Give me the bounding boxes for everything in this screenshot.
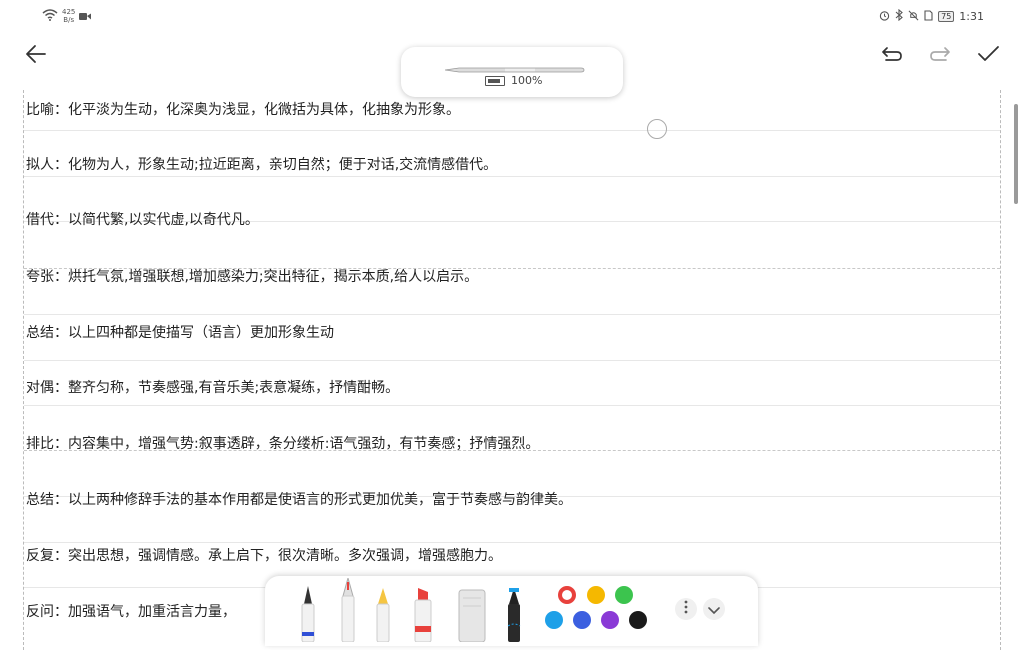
- pen-cursor: [647, 119, 667, 139]
- mute-bell-icon: [908, 10, 919, 24]
- network-speed: 425 B/s: [62, 8, 75, 24]
- wifi-icon: [42, 6, 58, 25]
- fountain-pen-tool[interactable]: [335, 576, 361, 646]
- more-vertical-icon: [684, 600, 688, 618]
- speed-unit: B/s: [63, 15, 75, 24]
- chevron-down-icon: [708, 600, 720, 619]
- collapse-tray-button[interactable]: [703, 598, 725, 620]
- note-line: 拟人：化物为人，形象生动;拉近距离，亲切自然；便于对话,交流情感借代。: [26, 157, 498, 173]
- arrow-left-icon: [24, 42, 48, 70]
- stylus-battery-percent: 100%: [511, 74, 543, 87]
- note-line: 对偶：整齐匀称，节奏感强,有音乐美;表意凝练，抒情酣畅。: [26, 380, 400, 396]
- speed-value: 425: [62, 7, 76, 16]
- ruled-line: [24, 314, 1000, 315]
- color-swatch-blue[interactable]: [573, 611, 591, 629]
- ballpoint-pen-tool[interactable]: [295, 584, 321, 646]
- note-line: 总结：以上两种修辞手法的基本作用都是使语言的形式更加优美，富于节奏感与韵律美。: [26, 492, 572, 508]
- note-line: 排比：内容集中，增强气势:叙事透辟，条分缕析:语气强劲，有节奏感；抒情强烈。: [26, 436, 540, 452]
- check-icon: [976, 44, 1000, 68]
- done-button[interactable]: [974, 42, 1002, 70]
- color-swatch-yellow[interactable]: [587, 586, 605, 604]
- alarm-icon: [879, 10, 890, 24]
- ruled-line: [24, 130, 1000, 131]
- ruled-line: [24, 542, 1000, 543]
- battery-icon: [485, 75, 505, 86]
- marker-tool[interactable]: [409, 586, 437, 646]
- color-swatch-purple[interactable]: [601, 611, 619, 629]
- sim-icon: [924, 9, 933, 24]
- scrollbar[interactable]: [1014, 104, 1018, 204]
- color-swatch-red[interactable]: [558, 586, 576, 604]
- bluetooth-icon: [895, 8, 903, 24]
- color-swatch-green[interactable]: [615, 586, 633, 604]
- redo-icon: [928, 44, 952, 68]
- note-line: 反问：加强语气，加重活言力量，: [26, 604, 236, 620]
- note-line: 比喻：化平淡为生动，化深奥为浅显，化微括为具体，化抽象为形象。: [26, 102, 460, 118]
- ruled-line: [24, 176, 1000, 177]
- note-line: 总结：以上四种都是使描写（语言）更加形象生动: [26, 325, 334, 341]
- clock: 1:31: [959, 10, 984, 23]
- eraser-tool[interactable]: [455, 588, 489, 646]
- note-line: 夸张：烘托气氛,增强联想,增加感染力;突出特征，揭示本质,给人以启示。: [26, 269, 479, 285]
- redo-button[interactable]: [926, 42, 954, 70]
- undo-button[interactable]: [878, 42, 906, 70]
- color-swatch-black[interactable]: [629, 611, 647, 629]
- battery-indicator: 75: [938, 11, 955, 22]
- stylus-battery: 100%: [485, 74, 542, 87]
- more-button[interactable]: [675, 598, 697, 620]
- status-left: 425 B/s: [42, 6, 92, 25]
- status-bar: 425 B/s 75 1:31: [0, 0, 1024, 30]
- pencil-tool[interactable]: [371, 586, 395, 646]
- note-line: 反复：突出思想，强调情感。承上启下，很次清晰。多次强调，增强感胞力。: [26, 548, 502, 564]
- note-canvas[interactable]: 比喻：化平淡为生动，化深奥为浅显，化微括为具体，化抽象为形象。 拟人：化物为人，…: [23, 90, 1001, 650]
- note-line: 借代：以简代繁,以实代虚,以奇代凡。: [26, 212, 259, 228]
- back-button[interactable]: [22, 42, 50, 70]
- undo-icon: [880, 44, 904, 68]
- status-right: 75 1:31: [879, 8, 984, 24]
- color-swatch-light-blue[interactable]: [545, 611, 563, 629]
- video-camera-icon: [79, 6, 92, 25]
- lasso-pen-tool[interactable]: [501, 586, 527, 646]
- pen-tray: [265, 576, 758, 646]
- ruled-line: [24, 360, 1000, 361]
- ruled-line: [24, 405, 1000, 406]
